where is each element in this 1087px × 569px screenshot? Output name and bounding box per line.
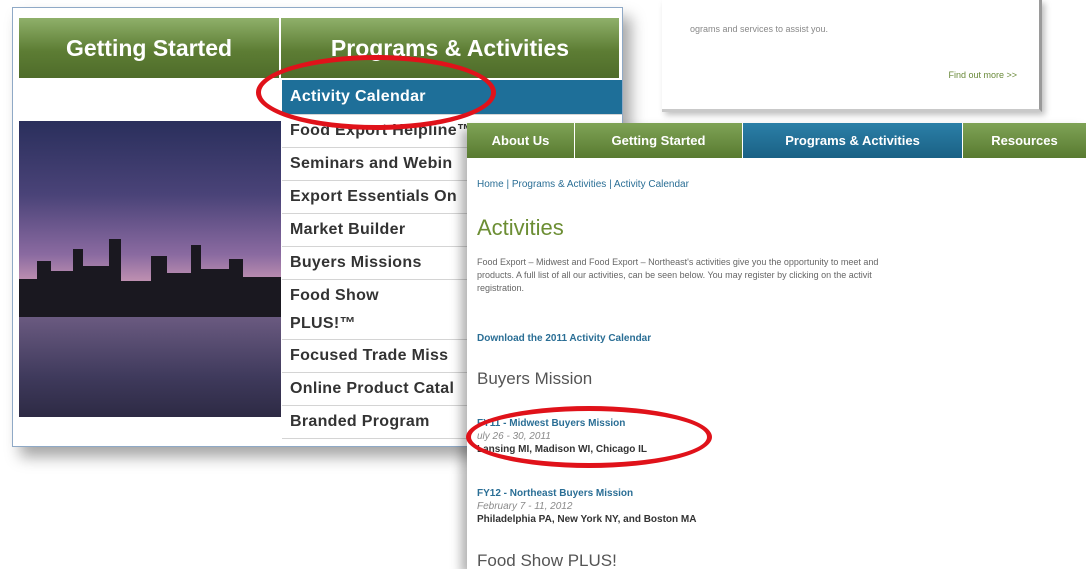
menu-item-food-show-line1: Food Show	[290, 286, 379, 304]
nav-spacer	[19, 78, 281, 118]
section-heading: Buyers Mission	[477, 369, 593, 388]
intro-line-1: Food Export – Midwest and Food Export – …	[477, 257, 879, 267]
intro-paragraph: Food Export – Midwest and Food Export – …	[477, 256, 1087, 295]
mission-title-link[interactable]: FY12 - Northeast Buyers Mission	[477, 487, 696, 500]
city-skyline-image	[19, 121, 281, 417]
screenshot-collage: ograms and services to assist you. Find …	[0, 0, 1087, 569]
find-out-more-link[interactable]: Find out more >>	[948, 70, 1017, 80]
tab-getting-started[interactable]: Getting Started	[19, 18, 281, 78]
intro-line-3: registration.	[477, 283, 525, 293]
tab-about-us[interactable]: About Us	[467, 123, 575, 158]
highlight-oval-activity-calendar	[256, 55, 496, 130]
tab-programs-activities[interactable]: Programs & Activities	[743, 123, 963, 158]
tab-getting-started[interactable]: Getting Started	[575, 123, 743, 158]
mission-location: Philadelphia PA, New York NY, and Boston…	[477, 514, 697, 525]
background-text: ograms and services to assist you.	[690, 24, 829, 34]
water-reflection	[19, 317, 281, 417]
mission-date: February 7 - 11, 2012	[477, 501, 573, 512]
tab-resources[interactable]: Resources	[963, 123, 1087, 158]
mission-item: FY12 - Northeast Buyers Mission February…	[477, 487, 696, 526]
download-calendar-link[interactable]: Download the 2011 Activity Calendar	[477, 333, 651, 344]
highlight-oval-midwest-mission	[466, 406, 712, 468]
breadcrumb[interactable]: Home | Programs & Activities | Activity …	[477, 179, 689, 190]
page-title: Activities	[477, 215, 564, 240]
next-section-heading: Food Show PLUS!	[477, 551, 617, 569]
intro-line-2: products. A full list of all our activit…	[477, 270, 872, 280]
page-nav: About Us Getting Started Programs & Acti…	[467, 123, 1087, 158]
menu-item-food-show-line2: PLUS!™	[290, 314, 356, 332]
background-page-panel: ograms and services to assist you. Find …	[662, 0, 1042, 112]
activity-calendar-page: About Us Getting Started Programs & Acti…	[467, 123, 1087, 569]
